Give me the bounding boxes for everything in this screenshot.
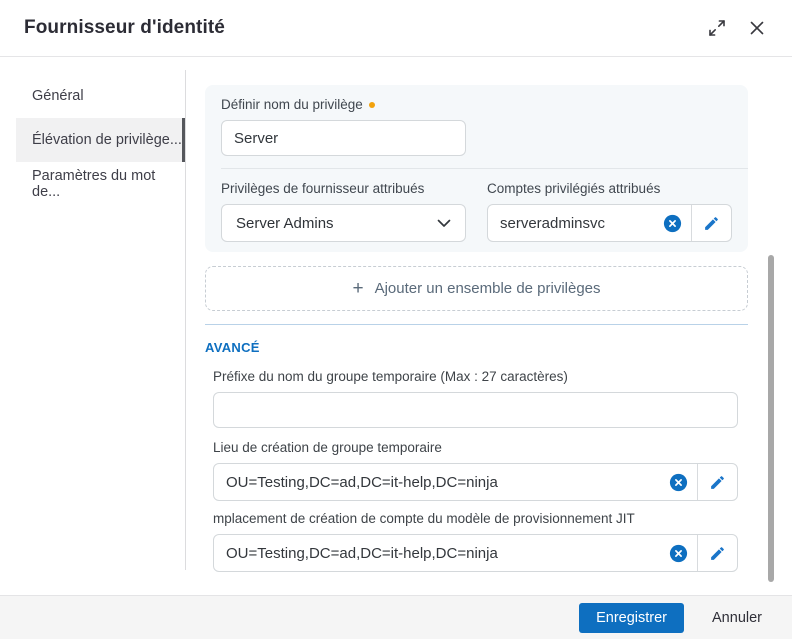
sidebar-divider [185, 70, 186, 570]
dialog-footer: Enregistrer Annuler [0, 595, 792, 639]
jit-location-field[interactable]: OU=Testing,DC=ad,DC=it-help,DC=ninja [213, 534, 738, 572]
pencil-icon [711, 475, 724, 489]
privilege-name-input[interactable] [221, 120, 466, 156]
edit-jit-location-button[interactable] [698, 545, 737, 562]
jit-location-value: OU=Testing,DC=ad,DC=it-help,DC=ninja [226, 544, 498, 562]
privilege-name-label: Définir nom du privilège [221, 97, 732, 112]
advanced-fields: Préfixe du nom du groupe temporaire (Max… [213, 369, 738, 572]
group-location-label: Lieu de création de groupe temporaire [213, 440, 442, 455]
sidebar-item-label: Élévation de privilège... [32, 132, 182, 148]
privileged-account-value: serveradminsvc [500, 214, 606, 232]
clear-jit-location-button[interactable] [669, 544, 688, 563]
edit-account-button[interactable] [692, 215, 731, 232]
expand-icon [709, 20, 725, 36]
clear-account-button[interactable] [663, 214, 682, 233]
form-panel: Définir nom du privilège Privilèges de f… [186, 57, 792, 595]
group-prefix-label: Préfixe du nom du groupe temporaire (Max… [213, 369, 568, 384]
group-prefix-input[interactable] [213, 392, 738, 428]
pencil-icon [705, 216, 718, 230]
group-location-field[interactable]: OU=Testing,DC=ad,DC=it-help,DC=ninja [213, 463, 738, 501]
privileged-accounts-label: Comptes privilégiés attribués [487, 181, 661, 196]
required-dot-icon [368, 101, 375, 108]
cancel-button[interactable]: Annuler [712, 610, 762, 626]
dialog-header: Fournisseur d'identité [0, 0, 792, 57]
chevron-down-icon [437, 219, 451, 227]
pencil-icon [711, 546, 724, 560]
clear-group-location-button[interactable] [669, 473, 688, 492]
sidebar-item-label: Paramètres du mot de... [32, 168, 156, 200]
sidebar-item-label: Général [32, 88, 84, 104]
add-privilege-set-button[interactable]: + Ajouter un ensemble de privilèges [205, 266, 748, 311]
provider-privileges-select[interactable]: Server Admins [221, 204, 466, 242]
x-circle-icon [669, 544, 688, 562]
x-circle-icon [669, 473, 688, 491]
close-icon [750, 21, 764, 35]
dialog-body: Général Élévation de privilège... Paramè… [0, 57, 792, 595]
x-circle-icon [663, 214, 682, 232]
add-privilege-set-label: Ajouter un ensemble de privilèges [374, 280, 601, 297]
advanced-divider [205, 324, 748, 325]
privileged-accounts-field[interactable]: serveradminsvc [487, 204, 732, 242]
sidebar-item-password-settings[interactable]: Paramètres du mot de... [0, 162, 186, 206]
selected-option: Server Admins [236, 214, 334, 232]
sidebar-item-privilege-elevation[interactable]: Élévation de privilège... [16, 118, 185, 162]
expand-button[interactable] [705, 16, 729, 40]
edit-group-location-button[interactable] [698, 474, 737, 491]
sidebar-item-general[interactable]: Général [0, 74, 186, 118]
advanced-section-title: AVANCÉ [205, 340, 260, 355]
identity-provider-dialog: Fournisseur d'identité Général Élévation… [0, 0, 792, 639]
sidebar: Général Élévation de privilège... Paramè… [0, 57, 186, 595]
close-button[interactable] [746, 17, 768, 39]
privilege-card: Définir nom du privilège Privilèges de f… [205, 85, 748, 252]
jit-location-label: mplacement de création de compte du modè… [213, 511, 635, 526]
dialog-title: Fournisseur d'identité [24, 17, 225, 38]
save-button[interactable]: Enregistrer [579, 602, 685, 633]
group-location-value: OU=Testing,DC=ad,DC=it-help,DC=ninja [226, 473, 498, 491]
plus-icon: + [352, 278, 364, 299]
scrollbar-thumb[interactable] [768, 255, 774, 582]
provider-privileges-label: Privilèges de fournisseur attribués [221, 181, 425, 196]
